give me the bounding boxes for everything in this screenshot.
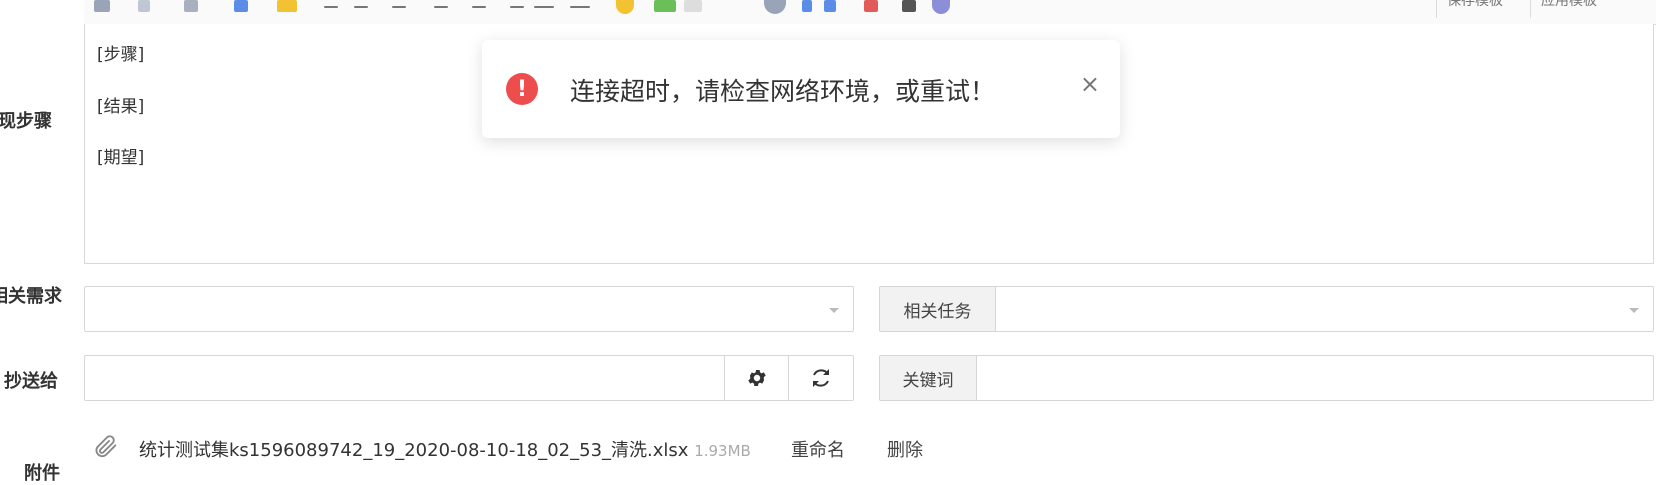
outdent-icon[interactable] — [472, 6, 486, 8]
align-left-icon[interactable] — [324, 6, 338, 8]
link-icon[interactable] — [764, 0, 786, 14]
copy-icon[interactable] — [902, 0, 916, 12]
exclamation-icon: ! — [506, 73, 538, 105]
emoji-icon[interactable] — [616, 0, 634, 14]
rename-link[interactable]: 重命名 — [791, 436, 845, 462]
steps-line: [步骤] — [97, 45, 145, 65]
related-task-addon: 相关任务 — [880, 287, 996, 331]
undo-icon[interactable] — [94, 0, 110, 12]
mailto-label: 抄送给 — [4, 371, 58, 392]
mailto-field[interactable] — [84, 355, 854, 401]
close-icon[interactable]: × — [1080, 70, 1100, 98]
help-icon[interactable] — [932, 0, 950, 14]
list-check-icon[interactable] — [570, 6, 590, 8]
chevron-down-icon — [1629, 308, 1639, 313]
related-story-select[interactable] — [84, 286, 854, 332]
editor-toolbar: 保存模板 应用模板 — [84, 0, 1656, 25]
error-toast: ! 连接超时，请检查网络环境，或重试！ × — [482, 40, 1120, 138]
mailto-settings-button[interactable] — [724, 356, 789, 400]
format-icon[interactable] — [184, 0, 198, 12]
indent-icon[interactable] — [434, 6, 448, 8]
gear-icon — [748, 370, 766, 386]
apply-template-button[interactable]: 应用模板 — [1530, 0, 1655, 18]
attachment-file-size: 1.93MB — [694, 442, 751, 460]
chevron-down-icon — [829, 308, 839, 313]
insert-file-icon[interactable] — [684, 0, 702, 12]
list-bullet-icon[interactable] — [534, 6, 554, 8]
align-center-icon[interactable] — [354, 6, 368, 8]
steps-label: 重现步骤 — [0, 111, 52, 132]
code-icon[interactable] — [802, 0, 812, 12]
table-icon[interactable] — [824, 0, 836, 12]
toast-message: 连接超时，请检查网络环境，或重试！ — [570, 77, 996, 106]
related-story-label: 相关需求 — [0, 286, 62, 307]
list-ordered-icon[interactable] — [510, 6, 524, 8]
delete-link[interactable]: 删除 — [887, 436, 923, 462]
paperclip-icon — [95, 435, 117, 458]
align-right-icon[interactable] — [392, 6, 406, 8]
result-line: [结果] — [97, 97, 145, 117]
highlight-icon[interactable] — [277, 0, 297, 12]
related-task-select[interactable]: 相关任务 — [879, 286, 1654, 332]
keywords-field[interactable]: 关键词 — [879, 355, 1654, 401]
fullscreen-icon[interactable] — [864, 0, 878, 12]
keywords-addon: 关键词 — [880, 356, 977, 400]
attachment-label: 附件 — [24, 463, 60, 484]
expected-line: [期望] — [97, 148, 145, 168]
redo-icon[interactable] — [138, 0, 150, 12]
font-color-icon[interactable] — [234, 0, 248, 12]
refresh-icon — [813, 369, 829, 387]
attachment-file-name[interactable]: 统计测试集ks1596089742_19_2020-08-10-18_02_53… — [139, 440, 688, 461]
mailto-refresh-button[interactable] — [788, 356, 853, 400]
save-template-button[interactable]: 保存模板 — [1436, 0, 1531, 18]
insert-image-icon[interactable] — [654, 0, 676, 12]
attachment-file[interactable]: 统计测试集ks1596089742_19_2020-08-10-18_02_53… — [139, 436, 751, 462]
